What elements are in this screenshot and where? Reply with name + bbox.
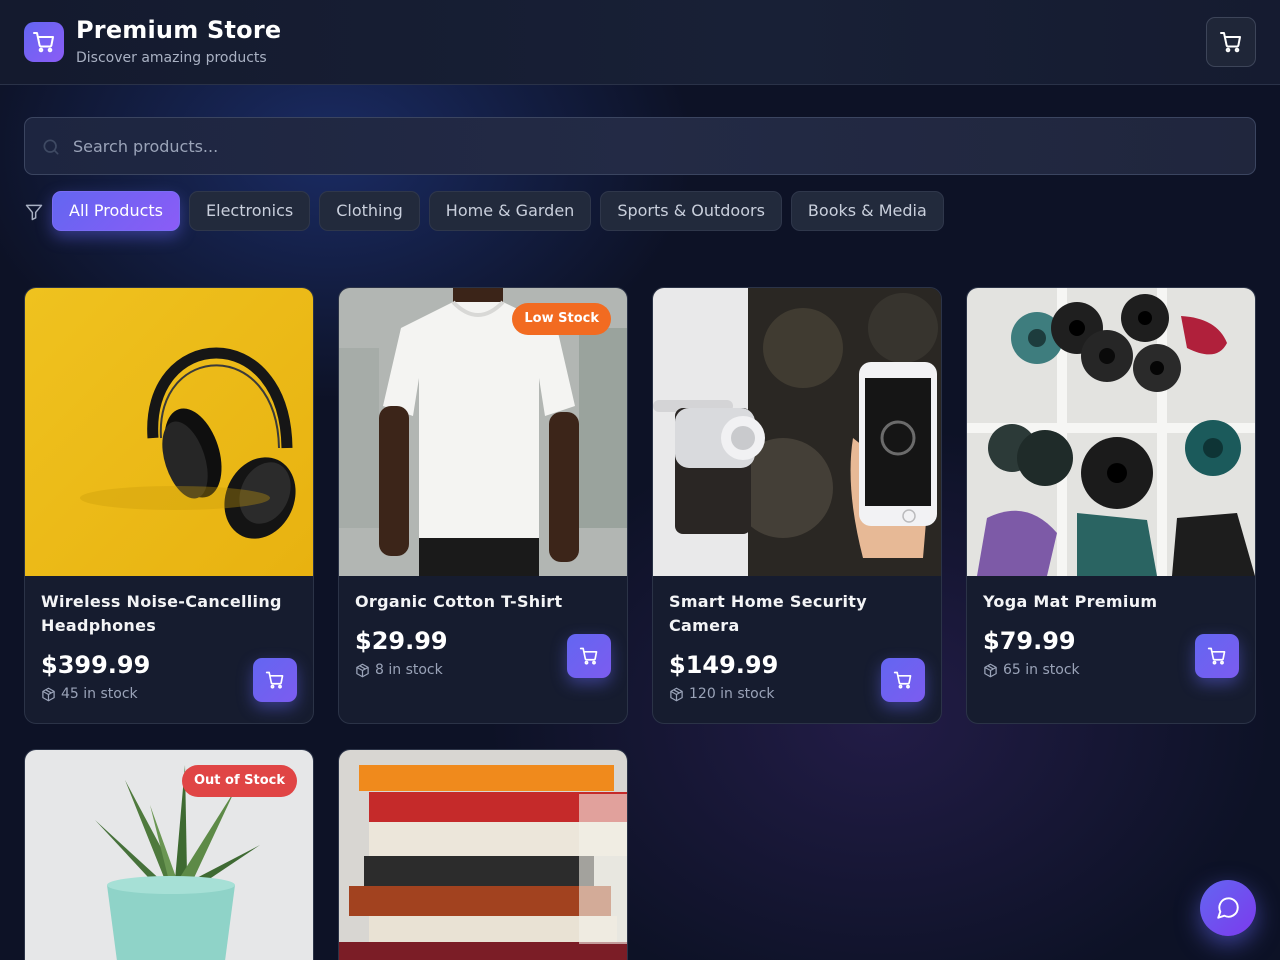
product-card[interactable]: Smart Home Security Camera $149.99 120 i… — [652, 287, 942, 724]
store-subtitle: Discover amazing products — [76, 50, 267, 66]
search-bar — [24, 117, 1256, 175]
add-to-cart-button[interactable] — [567, 634, 611, 678]
category-books-media[interactable]: Books & Media — [790, 191, 944, 231]
headphones-photo — [25, 288, 313, 576]
search-input[interactable] — [73, 118, 1243, 174]
product-name: Smart Home Security Camera — [669, 592, 867, 635]
package-icon — [670, 687, 683, 701]
category-electronics[interactable]: Electronics — [189, 191, 311, 231]
cart-icon — [33, 32, 54, 53]
stock-count: 8 in stock — [375, 662, 443, 678]
store-title: Premium Store — [76, 16, 282, 44]
product-card[interactable]: Wireless Noise-Cancelling Headphones $39… — [24, 287, 314, 724]
product-name: Organic Cotton T-Shirt — [355, 592, 563, 611]
cart-icon — [265, 671, 284, 689]
chat-bubble-icon — [1217, 897, 1239, 919]
yoga-mats-photo — [967, 288, 1255, 576]
add-to-cart-button[interactable] — [1195, 634, 1239, 678]
out-of-stock-badge: Out of Stock — [181, 765, 297, 797]
product-name: Wireless Noise-Cancelling Headphones — [41, 592, 282, 635]
product-card[interactable] — [338, 749, 628, 960]
category-all-products[interactable]: All Products — [52, 191, 181, 231]
filter-icon — [25, 204, 43, 221]
cart-icon — [1220, 32, 1241, 53]
add-to-cart-button[interactable] — [253, 658, 297, 702]
cart-button[interactable] — [1206, 17, 1256, 67]
product-card[interactable]: Out of Stock — [24, 749, 314, 960]
category-sports-outdoors[interactable]: Sports & Outdoors — [600, 191, 782, 231]
low-stock-badge: Low Stock — [512, 303, 611, 335]
package-icon — [42, 687, 55, 701]
app-header: Premium Store Discover amazing products — [0, 0, 1280, 85]
product-card[interactable]: Yoga Mat Premium $79.99 65 in stock — [966, 287, 1256, 724]
product-card[interactable]: Low Stock Organic Cotton T-Shirt $29.99 … — [338, 287, 628, 724]
search-icon — [43, 139, 59, 155]
cart-icon — [893, 671, 912, 689]
package-icon — [356, 663, 369, 677]
product-name: Yoga Mat Premium — [983, 592, 1158, 611]
category-filter: All Products Electronics Clothing Home &… — [52, 191, 944, 231]
store-logo — [24, 22, 64, 62]
stock-count: 65 in stock — [1003, 662, 1080, 678]
cart-icon — [579, 647, 598, 665]
books-stack-photo — [339, 750, 627, 960]
chat-button[interactable] — [1200, 880, 1256, 936]
package-icon — [984, 663, 997, 677]
add-to-cart-button[interactable] — [881, 658, 925, 702]
category-clothing[interactable]: Clothing — [319, 191, 420, 231]
stock-count: 45 in stock — [61, 686, 138, 702]
category-home-garden[interactable]: Home & Garden — [428, 191, 592, 231]
cart-icon — [1207, 647, 1226, 665]
stock-count: 120 in stock — [689, 686, 775, 702]
smart-lock-photo — [653, 288, 941, 576]
